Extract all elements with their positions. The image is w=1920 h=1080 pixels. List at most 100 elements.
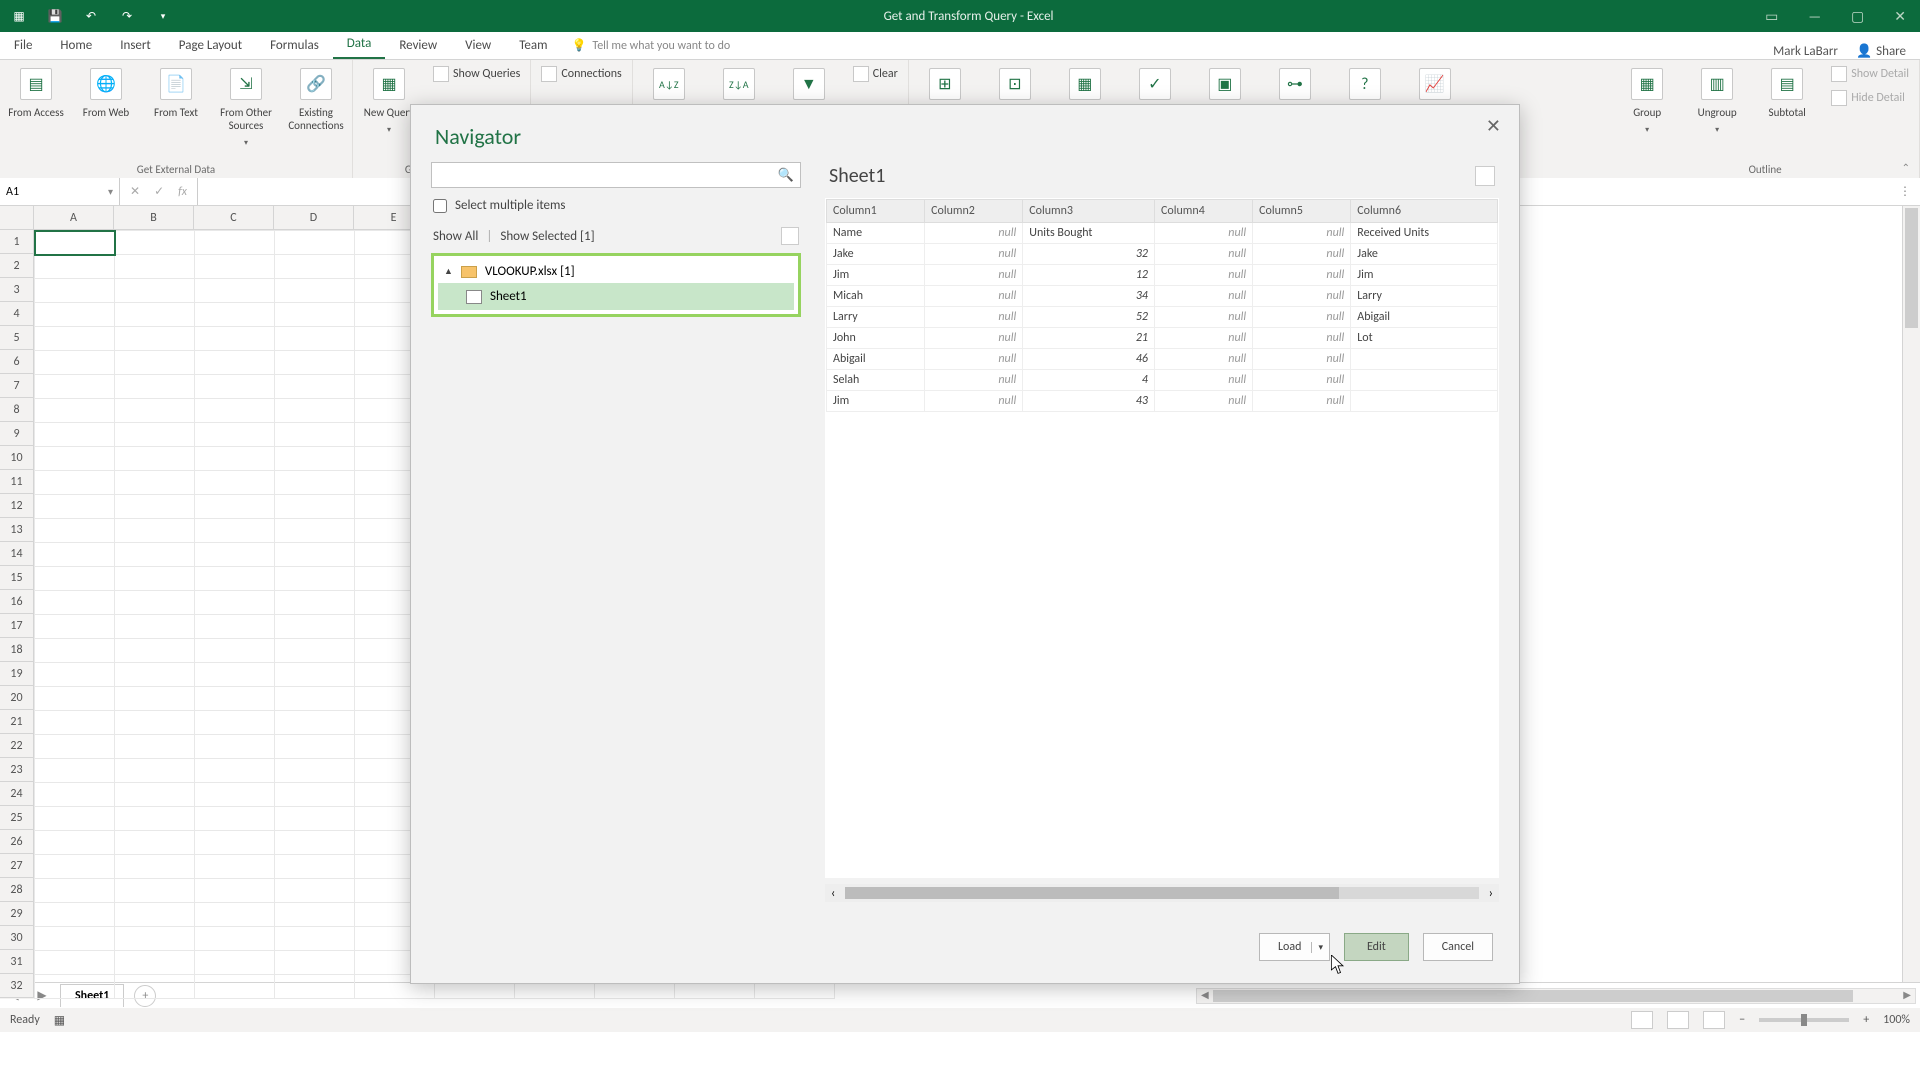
show-selected-link[interactable]: Show Selected [1] [500,229,594,244]
group-button[interactable]: ▦Group▾ [1617,64,1677,135]
flash-fill-button[interactable]: ⊡ [985,64,1045,100]
fx-icon[interactable]: fx [178,185,187,199]
existing-label: Existing Connections [286,106,346,132]
refresh-icon[interactable] [781,227,799,245]
remove-duplicates-button[interactable]: ▦ [1055,64,1115,100]
from-text-button[interactable]: 📄From Text [146,64,206,119]
load-dropdown-icon[interactable]: ▾ [1311,942,1323,953]
connections-button[interactable]: Connections [537,64,625,84]
select-multiple-label: Select multiple items [455,198,565,213]
formula-expand-icon[interactable]: ⋮ [1890,178,1920,205]
show-queries-label: Show Queries [453,67,520,81]
tab-page-layout[interactable]: Page Layout [165,32,256,59]
show-queries-button[interactable]: Show Queries [429,64,524,84]
clear-filter-button[interactable]: Clear [849,64,902,84]
name-box-dropdown-icon[interactable]: ▾ [108,185,113,198]
sort-za-button[interactable]: Z↓A [709,64,769,100]
from-other-sources-button[interactable]: ⇲From Other Sources▾ [216,64,276,148]
preview-options-icon[interactable] [1475,166,1495,186]
tell-me-search[interactable]: 💡 Tell me what you want to do [561,32,740,59]
horizontal-scrollbar[interactable]: ◀▶ [1196,988,1916,1004]
page-break-view-icon[interactable] [1703,1011,1725,1029]
existing-connections-button[interactable]: 🔗 Existing Connections [286,64,346,132]
from-other-label: From Other Sources [216,106,276,132]
select-all-corner[interactable] [0,206,34,230]
maximize-icon[interactable]: ▢ [1851,8,1864,25]
edit-button[interactable]: Edit [1344,933,1409,961]
from-access-label: From Access [8,106,64,119]
tree-sheet-node[interactable]: Sheet1 [438,283,794,310]
show-detail-button[interactable]: Show Detail [1827,64,1913,84]
cancel-button[interactable]: Cancel [1423,933,1493,961]
share-button[interactable]: 👤 Share [1856,44,1906,59]
dialog-close-icon[interactable]: ✕ [1478,113,1509,139]
row-headers[interactable]: 1234567891011121314151617181920212223242… [0,230,34,999]
tab-review[interactable]: Review [385,32,451,59]
expand-icon[interactable]: ▲ [444,266,453,277]
show-all-link[interactable]: Show All [433,229,478,244]
from-web-label: From Web [83,106,129,119]
load-label: Load [1278,940,1301,954]
existing-conn-icon: 🔗 [300,68,332,100]
text-to-columns-button[interactable]: ⊞ [915,64,975,100]
filter-button[interactable]: ▼ [779,64,839,100]
load-button[interactable]: Load ▾ [1259,933,1330,961]
tab-team[interactable]: Team [505,32,561,59]
name-box[interactable]: A1 ▾ [0,178,120,205]
tab-insert[interactable]: Insert [106,32,165,59]
data-valid-icon: ✓ [1139,68,1171,100]
zoom-slider[interactable] [1759,1018,1849,1022]
consolidate-button[interactable]: ▣ [1195,64,1255,100]
access-icon: ▤ [20,68,52,100]
zoom-in-icon[interactable]: + [1863,1013,1869,1027]
collapse-ribbon-icon[interactable]: ⌃ [1902,161,1910,174]
minimize-icon[interactable]: — [1808,8,1821,25]
page-layout-view-icon[interactable] [1667,1011,1689,1029]
text-icon: 📄 [160,68,192,100]
ribbon-options-icon[interactable]: ▭ [1765,8,1778,25]
close-icon[interactable]: ✕ [1894,8,1906,25]
data-validation-button[interactable]: ✓ [1125,64,1185,100]
consolidate-icon: ▣ [1209,68,1241,100]
scroll-left-icon[interactable]: ‹ [831,886,835,901]
tab-data[interactable]: Data [333,30,386,59]
from-access-button[interactable]: ▤ From Access [6,64,66,119]
cancel-formula-icon[interactable]: ✕ [130,184,140,199]
undo-icon[interactable]: ↶ [82,7,100,25]
normal-view-icon[interactable] [1631,1011,1653,1029]
share-label: Share [1876,44,1906,59]
preview-scrollbar[interactable]: ‹ › [825,884,1499,902]
user-name[interactable]: Mark LaBarr [1773,44,1838,59]
qat-dropdown-icon[interactable]: ▾ [154,7,172,25]
zoom-out-icon[interactable]: − [1739,1013,1745,1027]
select-multiple-checkbox[interactable]: Select multiple items [431,188,801,223]
tab-view[interactable]: View [451,32,505,59]
hide-detail-button[interactable]: Hide Detail [1827,88,1913,108]
from-web-button[interactable]: 🌐From Web [76,64,136,119]
ungroup-button[interactable]: ▥Ungroup▾ [1687,64,1747,135]
group-get-external-data: Get External Data [6,161,346,176]
text-to-columns-icon: ⊞ [929,68,961,100]
show-detail-label: Show Detail [1851,67,1909,81]
dialog-title: Navigator [411,105,1519,162]
navigator-preview-panel: Sheet1 Column1Column2Column3Column4Colum… [825,162,1499,902]
what-if-button[interactable]: ? [1335,64,1395,100]
tab-file[interactable]: File [0,32,46,59]
subtotal-button[interactable]: ▤Subtotal [1757,64,1817,119]
search-icon: 🔍 [778,168,794,183]
scroll-right-icon[interactable]: › [1489,886,1493,901]
navigator-search-input[interactable]: 🔍 [431,162,801,188]
select-multiple-input[interactable] [433,199,447,213]
save-icon[interactable]: 💾 [46,7,64,25]
zoom-level[interactable]: 100% [1883,1013,1910,1027]
connections-icon [541,66,557,82]
redo-icon[interactable]: ↷ [118,7,136,25]
tab-home[interactable]: Home [46,32,106,59]
enter-formula-icon[interactable]: ✓ [154,184,164,199]
sort-az-button[interactable]: A↓Z [639,64,699,100]
tab-formulas[interactable]: Formulas [256,32,333,59]
relationships-button[interactable]: ⊶ [1265,64,1325,100]
macro-record-icon[interactable]: ▦ [54,1013,65,1028]
vertical-scrollbar[interactable] [1902,206,1920,982]
tree-file-node[interactable]: ▲ VLOOKUP.xlsx [1] [438,260,794,283]
